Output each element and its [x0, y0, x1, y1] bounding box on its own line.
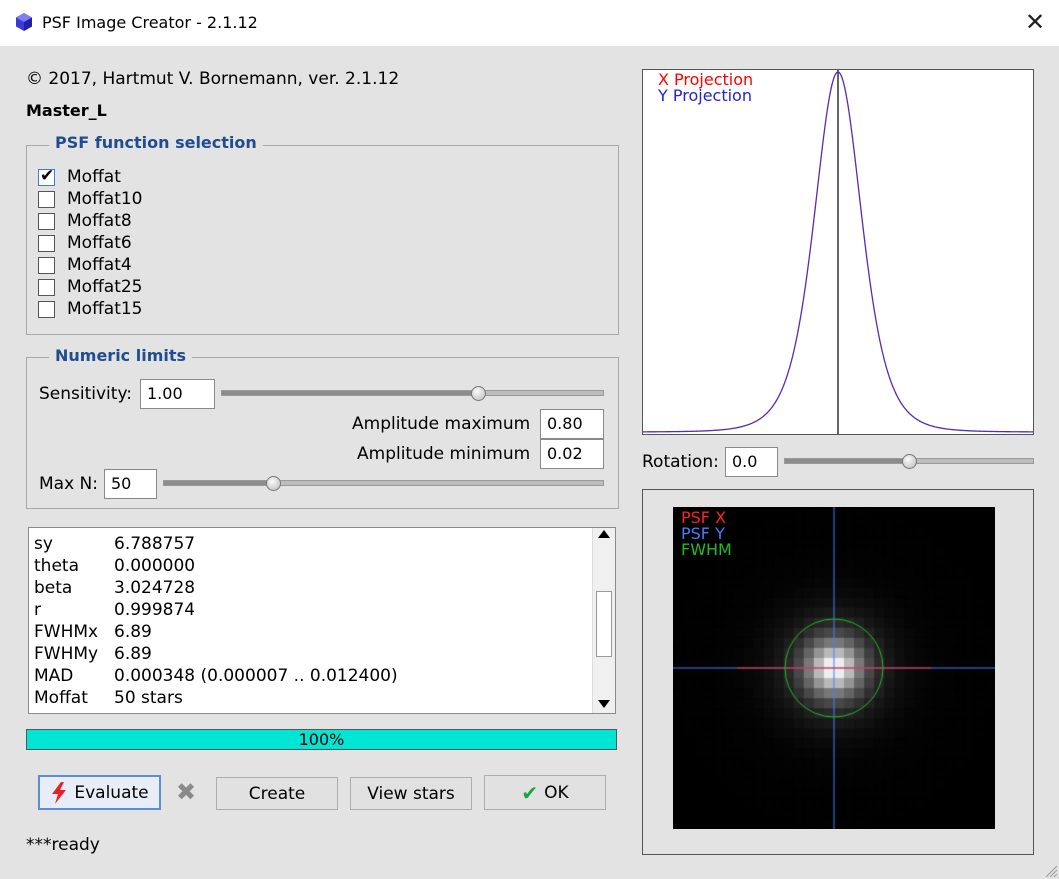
psf-option-label: Moffat15 [67, 299, 143, 319]
result-value: 6.89 [114, 644, 152, 664]
checkbox[interactable] [38, 234, 55, 252]
result-key: sy [34, 534, 53, 554]
psf-option-moffat8[interactable]: Moffat8 [38, 210, 132, 232]
scroll-thumb[interactable] [596, 591, 612, 657]
result-key: FWHMy [34, 644, 99, 664]
checkbox[interactable] [38, 300, 55, 318]
result-key: r [34, 600, 41, 620]
numeric-limits-title: Numeric limits [49, 346, 193, 365]
psf-option-label: Moffat4 [67, 255, 132, 275]
projection-plot: X Projection Y Projection [642, 69, 1034, 435]
projection-svg [643, 70, 1033, 434]
view-stars-button[interactable]: View stars [350, 777, 472, 810]
result-key: FWHMx [34, 622, 99, 642]
result-row: beta 3.024728 [29, 577, 615, 599]
result-row: theta 0.000000 [29, 555, 615, 577]
psf-option-label: Moffat [67, 167, 121, 187]
app-cube-icon [16, 13, 32, 31]
image-name: Master_L [26, 101, 107, 120]
checkbox[interactable] [38, 256, 55, 274]
max-n-slider[interactable] [163, 480, 604, 486]
result-value: 3.024728 [114, 578, 196, 598]
psf-option-label: Moffat6 [67, 233, 132, 253]
sensitivity-input[interactable]: 1.00 [140, 379, 215, 409]
psf-option-label: Moffat25 [67, 277, 143, 297]
result-row: r 0.999874 [29, 599, 615, 621]
checkbox[interactable] [38, 190, 55, 208]
window-title: PSF Image Creator - 2.1.12 [42, 13, 258, 32]
psf-option-label: Moffat8 [67, 211, 132, 231]
amplitude-max-input[interactable]: 0.80 [540, 409, 604, 439]
max-n-label: Max N: [39, 474, 98, 494]
ok-button[interactable]: ✔ OK [484, 775, 606, 810]
result-row: FWHMx 6.89 [29, 621, 615, 643]
psf-option-moffat15[interactable]: Moffat15 [38, 298, 143, 320]
progress-bar: 100% [26, 729, 617, 750]
y-projection-legend: Y Projection [658, 86, 752, 105]
result-key: MAD [34, 666, 74, 686]
checkmark-icon: ✔ [521, 780, 539, 805]
result-key: theta [34, 556, 79, 576]
result-value: 0.000348 (0.000007 .. 0.012400) [114, 666, 398, 686]
amplitude-min-label: Amplitude minimum [357, 444, 531, 464]
result-row: sy 6.788757 [29, 533, 615, 555]
sensitivity-slider[interactable] [221, 390, 604, 396]
result-value: 6.788757 [114, 534, 196, 554]
lightning-icon [52, 781, 67, 804]
psf-option-moffat25[interactable]: Moffat25 [38, 276, 143, 298]
checkbox[interactable] [38, 212, 55, 230]
progress-label: 100% [298, 730, 345, 749]
results-textarea[interactable]: sy 6.788757 theta 0.000000 beta 3.024728 r 0.99… [28, 527, 616, 714]
psf-image-frame: PSF X PSF Y FWHM [642, 489, 1034, 855]
psf-option-label: Moffat10 [67, 189, 143, 209]
amplitude-min-input[interactable]: 0.02 [540, 439, 604, 469]
result-key: Moffat [34, 688, 88, 708]
result-value: 50 stars [114, 688, 183, 708]
close-icon[interactable]: ✕ [1022, 8, 1048, 36]
psf-option-moffat4[interactable]: Moffat4 [38, 254, 132, 276]
cancel-x-icon[interactable]: ✖ [176, 778, 196, 806]
checkbox[interactable] [38, 278, 55, 296]
result-value: 6.89 [114, 622, 152, 642]
status-text: ***ready [26, 835, 100, 855]
fwhm-legend: FWHM [681, 540, 732, 559]
max-n-input[interactable]: 50 [104, 469, 157, 499]
psf-selection-title: PSF function selection [49, 133, 263, 152]
result-row: FWHMy 6.89 [29, 643, 615, 665]
result-value: 0.999874 [114, 600, 196, 620]
rotation-slider-thumb[interactable] [902, 454, 917, 469]
scroll-up-icon[interactable] [598, 530, 610, 538]
ok-label: OK [544, 782, 569, 803]
checkbox[interactable] [38, 166, 55, 186]
evaluate-label: Evaluate [74, 782, 149, 803]
create-button[interactable]: Create [216, 777, 338, 810]
sensitivity-label: Sensitivity: [39, 384, 132, 404]
rotation-input[interactable]: 0.0 [725, 447, 778, 477]
copyright-text: © 2017, Hartmut V. Bornemann, ver. 2.1.1… [26, 69, 400, 89]
results-scrollbar[interactable] [592, 528, 615, 713]
rotation-label: Rotation: [642, 452, 719, 472]
psf-option-moffat10[interactable]: Moffat10 [38, 188, 143, 210]
result-value: 0.000000 [114, 556, 196, 576]
sensitivity-slider-thumb[interactable] [470, 386, 486, 401]
psf-option-moffat6[interactable]: Moffat6 [38, 232, 132, 254]
result-row: Moffat 50 stars [29, 687, 615, 709]
result-key: beta [34, 578, 73, 598]
amplitude-max-label: Amplitude maximum [352, 414, 531, 434]
resize-grip-icon[interactable] [1044, 864, 1058, 878]
scroll-down-icon[interactable] [598, 700, 610, 708]
evaluate-button[interactable]: Evaluate [38, 775, 161, 810]
result-row: MAD 0.000348 (0.000007 .. 0.012400) [29, 665, 615, 687]
psf-option-moffat[interactable]: Moffat [38, 166, 121, 188]
